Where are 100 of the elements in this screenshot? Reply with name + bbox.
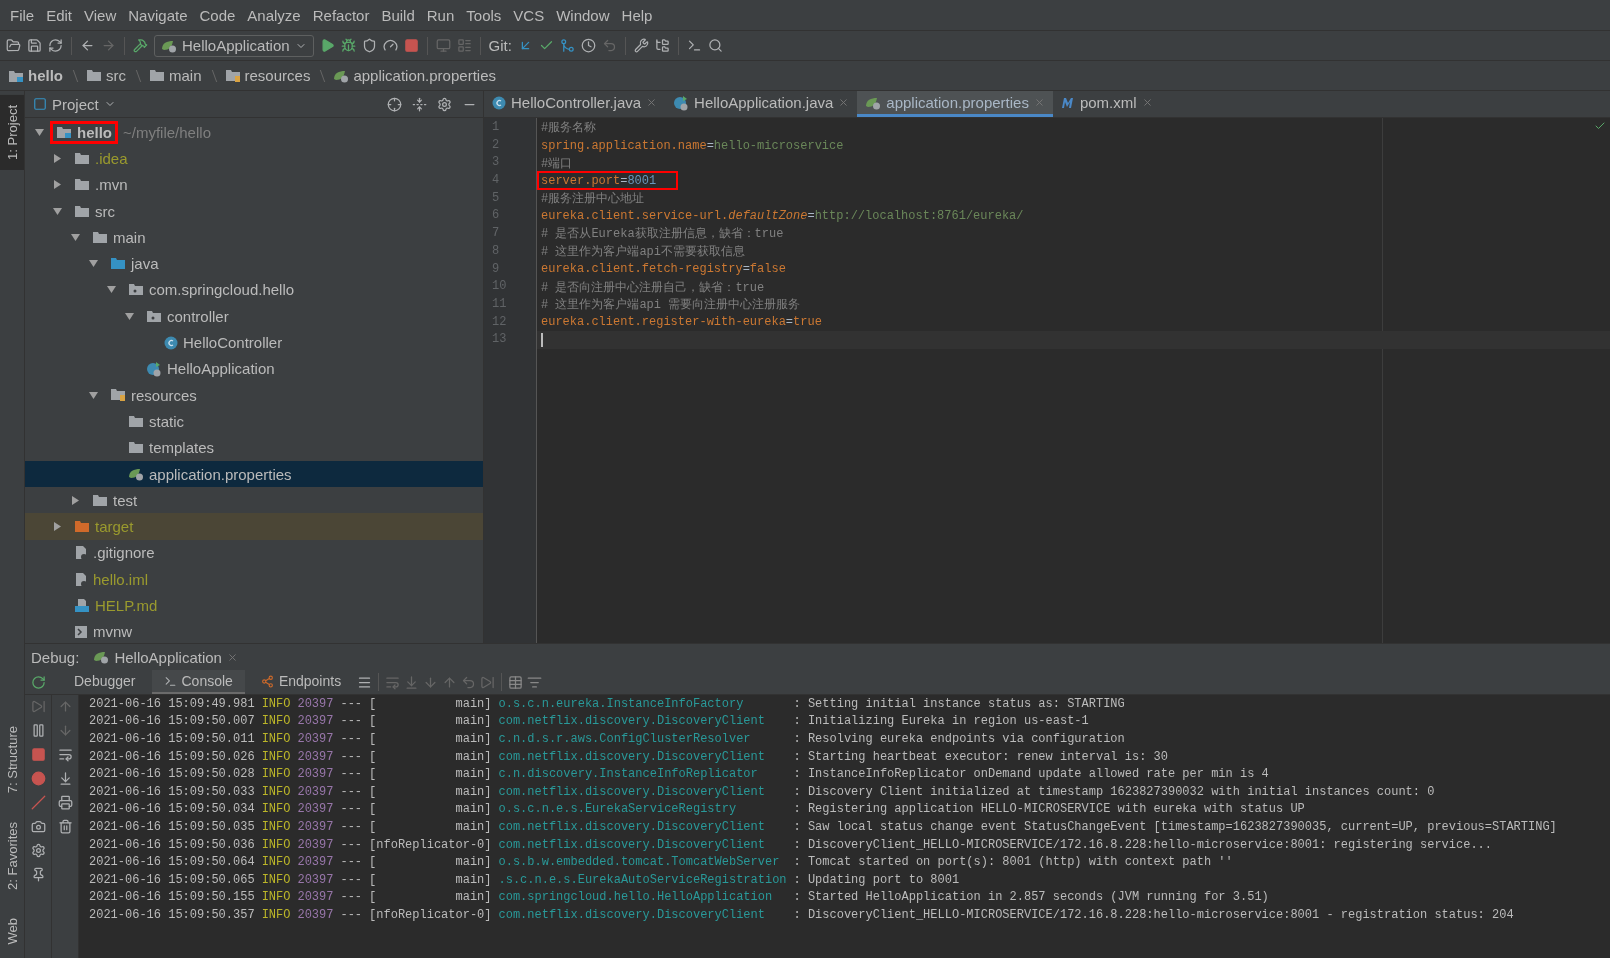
editor-tab[interactable]: application.properties xyxy=(857,91,1053,117)
stop-icon[interactable] xyxy=(30,747,46,762)
menu-item[interactable]: Build xyxy=(375,6,421,24)
camera-icon[interactable] xyxy=(30,819,46,834)
tree-item-label[interactable]: application.properties xyxy=(149,465,292,483)
menu-item[interactable]: File xyxy=(4,6,41,24)
breadcrumb[interactable]: src xyxy=(84,67,128,84)
breadcrumb[interactable]: hello xyxy=(6,67,65,84)
close-icon[interactable] xyxy=(1141,97,1153,108)
search-icon[interactable] xyxy=(707,38,723,53)
menu-item[interactable]: Help xyxy=(615,6,659,24)
history-icon[interactable] xyxy=(580,38,596,53)
tree-item-label[interactable]: hello xyxy=(77,123,112,141)
menu-item[interactable]: View xyxy=(78,6,123,24)
tree-row[interactable]: target xyxy=(25,513,483,540)
tree-row[interactable]: application.properties xyxy=(25,460,483,488)
expand-arrow-icon[interactable] xyxy=(106,285,116,295)
menu-item[interactable]: Window xyxy=(550,6,616,24)
expand-arrow-icon[interactable] xyxy=(52,522,62,532)
debug-icon[interactable] xyxy=(340,38,356,53)
editor-tab[interactable]: pom.xml xyxy=(1052,91,1161,117)
tree-row[interactable]: controller xyxy=(25,303,483,330)
expand-arrow-icon[interactable] xyxy=(124,311,134,321)
merge-icon[interactable] xyxy=(559,38,575,53)
tree-row[interactable]: com.springcloud.hello xyxy=(25,276,483,304)
expand-arrow-icon[interactable] xyxy=(52,153,62,163)
tree-item-label[interactable]: mvnw xyxy=(93,623,133,641)
project-view-dropdown[interactable]: Project xyxy=(33,95,116,113)
save-icon[interactable] xyxy=(27,38,42,53)
tool-window-tab[interactable]: 2: Favorites xyxy=(0,811,24,900)
menu-item[interactable]: Code xyxy=(193,6,242,24)
tree-item-label[interactable]: main xyxy=(113,228,146,246)
tree-item-label[interactable]: controller xyxy=(167,307,229,325)
editor-tab[interactable]: HelloController.java xyxy=(484,91,666,117)
table-icon[interactable] xyxy=(508,674,524,690)
menu-item[interactable]: VCS xyxy=(507,6,551,24)
filter-icon[interactable] xyxy=(527,674,543,690)
wrench-icon[interactable] xyxy=(633,38,649,53)
tree-row[interactable]: java xyxy=(25,250,483,277)
breadcrumb[interactable]: resources xyxy=(222,67,313,84)
print-icon[interactable] xyxy=(57,795,73,810)
tree-row[interactable]: .idea xyxy=(25,145,483,172)
menu-item[interactable]: Analyze xyxy=(241,6,307,24)
tree-item-label[interactable]: java xyxy=(131,255,159,273)
soft-wrap-icon[interactable] xyxy=(57,747,73,762)
run-icon[interactable] xyxy=(319,38,335,53)
run-configuration-dropdown[interactable]: HelloApplication xyxy=(154,34,314,57)
close-icon[interactable] xyxy=(646,97,658,108)
settings-icon[interactable] xyxy=(30,843,46,858)
expand-arrow-icon[interactable] xyxy=(52,206,62,216)
tree-item-label[interactable]: HelloController xyxy=(183,334,283,351)
expand-arrow-icon[interactable] xyxy=(70,232,80,242)
tree-row[interactable]: main xyxy=(25,224,483,251)
tree-row[interactable]: hello ~/myfile/hello xyxy=(25,119,483,146)
close-icon[interactable] xyxy=(838,97,850,108)
breakpoints-icon[interactable] xyxy=(30,771,46,786)
tree-item-label[interactable]: resources xyxy=(131,386,197,404)
close-icon[interactable] xyxy=(226,651,238,663)
tree-item-label[interactable]: HelloApplication xyxy=(167,360,275,378)
collapse-icon[interactable] xyxy=(412,96,427,112)
tree-row[interactable]: test xyxy=(25,487,483,514)
tree-item-label[interactable]: HELP.md xyxy=(95,597,158,614)
menu-item[interactable]: Refactor xyxy=(306,6,376,24)
menu-item[interactable]: Navigate xyxy=(122,6,194,24)
debug-tab[interactable]: Endpoints xyxy=(248,670,354,694)
expand-arrow-icon[interactable] xyxy=(70,495,80,505)
rerun-icon[interactable] xyxy=(31,674,46,690)
tool-window-tab[interactable]: Web xyxy=(0,907,24,954)
expand-arrow-icon[interactable] xyxy=(88,259,98,269)
tree-item-label[interactable]: src xyxy=(95,202,115,220)
trash-icon[interactable] xyxy=(57,819,73,834)
back-icon[interactable] xyxy=(80,38,95,53)
tree-item-label[interactable]: hello.iml xyxy=(93,570,149,588)
tree-item-label[interactable]: target xyxy=(95,518,134,536)
pin-icon[interactable] xyxy=(30,867,46,882)
menu-item[interactable]: Tools xyxy=(460,6,508,24)
tree-row[interactable]: .gitignore xyxy=(25,539,483,567)
tree-row[interactable]: src xyxy=(25,197,483,225)
tree-row[interactable]: HelloController xyxy=(25,329,483,356)
tool-window-tab[interactable]: 7: Structure xyxy=(0,716,24,804)
tree-row[interactable]: HelloApplication xyxy=(25,355,483,382)
locate-icon[interactable] xyxy=(387,96,402,112)
debug-session-tab[interactable]: HelloApplication xyxy=(93,648,238,666)
expand-arrow-icon[interactable] xyxy=(52,180,62,190)
menu-icon[interactable] xyxy=(357,674,373,690)
debug-tab[interactable]: Debugger xyxy=(62,670,148,694)
pause-icon[interactable] xyxy=(30,723,46,738)
tree-item-label[interactable]: .mvn xyxy=(95,176,128,194)
terminal-icon[interactable] xyxy=(686,38,702,53)
tree-item-label[interactable]: static xyxy=(149,412,184,430)
tree-item-label[interactable]: .gitignore xyxy=(93,544,155,562)
breadcrumb[interactable]: application.properties xyxy=(331,67,498,84)
settings-icon[interactable] xyxy=(437,96,452,112)
expand-arrow-icon[interactable] xyxy=(34,127,44,137)
stop-icon[interactable] xyxy=(403,38,419,53)
menu-item[interactable]: Edit xyxy=(40,6,79,24)
debug-tab[interactable]: Console xyxy=(151,670,245,694)
tree-row[interactable]: mvnw xyxy=(25,618,483,643)
tree-row[interactable]: hello.iml xyxy=(25,566,483,593)
tree-row[interactable]: resources xyxy=(25,381,483,409)
